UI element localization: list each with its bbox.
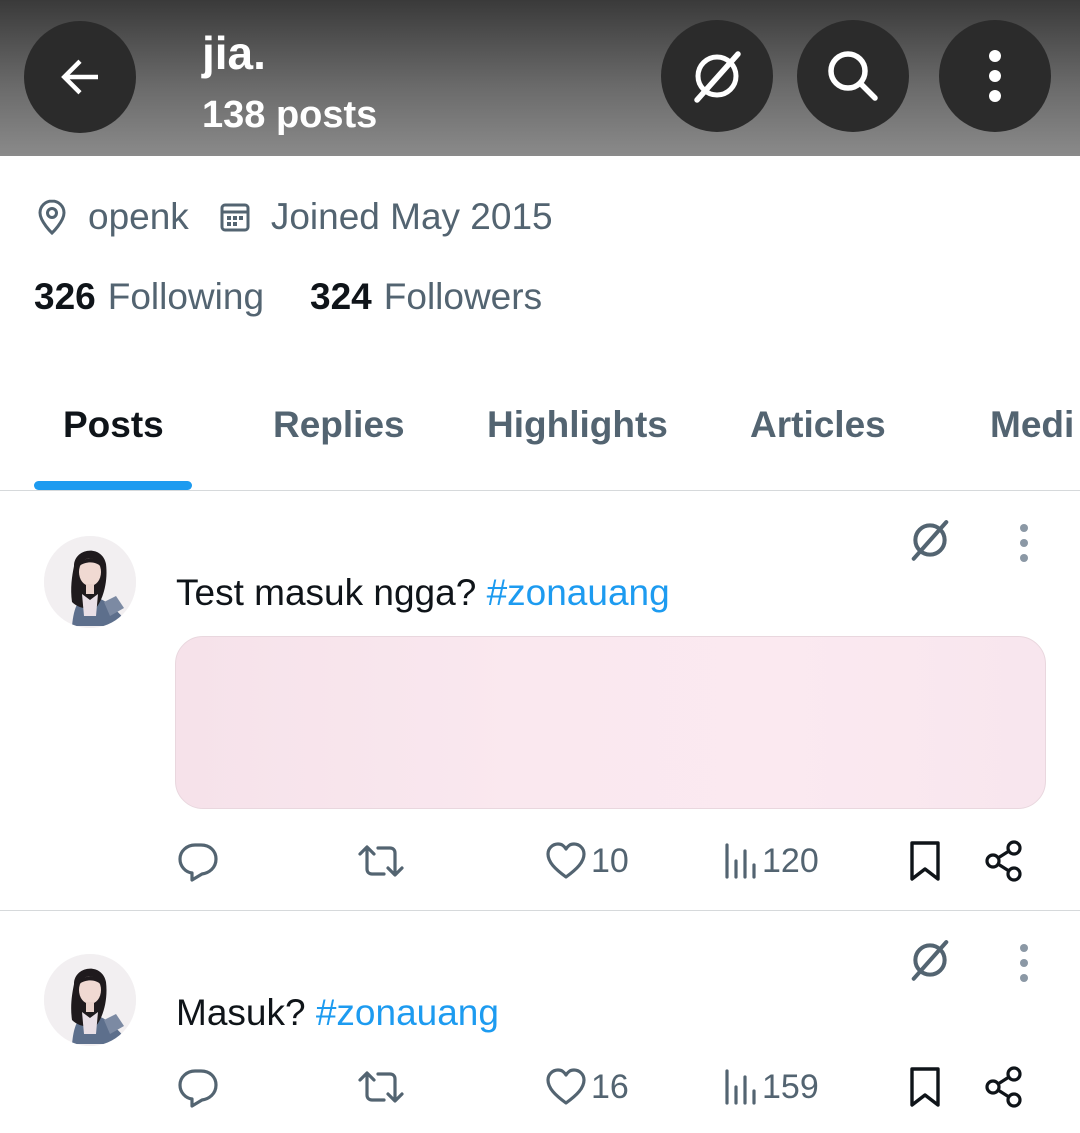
- post-item[interactable]: Test masuk ngga? #zonauang 10 120: [0, 492, 1080, 911]
- back-arrow-icon: [61, 59, 98, 95]
- followers-count: 324: [310, 276, 372, 317]
- view-count: 120: [762, 841, 819, 880]
- more-vertical-icon[interactable]: [1014, 523, 1034, 563]
- hashtag-link[interactable]: #zonauang: [316, 992, 499, 1033]
- avatar[interactable]: [44, 536, 136, 628]
- calendar-icon: [220, 203, 250, 232]
- avatar[interactable]: [44, 954, 136, 1046]
- grok-icon[interactable]: [904, 934, 956, 986]
- repost-button[interactable]: [356, 1062, 406, 1112]
- views-button[interactable]: 159: [722, 1062, 819, 1112]
- repost-button[interactable]: [356, 836, 406, 886]
- profile-location: openk: [88, 196, 189, 237]
- views-icon: [725, 843, 756, 879]
- tab-replies[interactable]: Replies: [273, 404, 405, 446]
- post-text: Masuk? #zonauang: [176, 992, 499, 1034]
- more-vertical-icon[interactable]: [1014, 943, 1034, 983]
- profile-tabs: Posts Replies Highlights Articles Medi: [0, 380, 1080, 491]
- reply-button[interactable]: [176, 836, 220, 886]
- like-icon: [546, 1068, 586, 1105]
- bookmark-icon: [910, 1067, 940, 1107]
- post-item[interactable]: Masuk? #zonauang 16 159: [0, 912, 1080, 1133]
- like-count: 10: [591, 841, 629, 880]
- hashtag-link[interactable]: #zonauang: [487, 572, 670, 613]
- following-link[interactable]: 326 Following: [34, 276, 264, 318]
- followers-link[interactable]: 324 Followers: [310, 276, 542, 318]
- more-options-button[interactable]: [939, 20, 1051, 132]
- reply-icon: [178, 1069, 218, 1108]
- post-body: Test masuk ngga?: [176, 572, 477, 613]
- following-label: Following: [107, 276, 265, 317]
- bookmark-button[interactable]: [908, 1062, 942, 1112]
- like-button[interactable]: 10: [545, 836, 629, 886]
- reply-button[interactable]: [176, 1062, 220, 1112]
- more-vertical-icon: [989, 50, 1001, 102]
- repost-icon: [358, 1071, 404, 1103]
- reply-icon: [178, 843, 218, 882]
- grok-button[interactable]: [661, 20, 773, 132]
- search-button[interactable]: [797, 20, 909, 132]
- post-text: Test masuk ngga? #zonauang: [176, 572, 670, 614]
- tab-posts[interactable]: Posts: [63, 404, 164, 446]
- like-button[interactable]: 16: [545, 1062, 629, 1112]
- share-icon: [985, 1066, 1022, 1108]
- profile-joined-date: Joined May 2015: [270, 196, 553, 237]
- post-actions: 10 120: [0, 836, 1080, 886]
- grok-icon[interactable]: [904, 514, 956, 566]
- repost-icon: [358, 845, 404, 877]
- bookmark-icon: [910, 841, 940, 881]
- post-actions: 16 159: [0, 1062, 1080, 1112]
- back-button[interactable]: [24, 21, 136, 133]
- location-pin-icon: [38, 199, 66, 235]
- profile-meta: openk Joined May 2015: [36, 193, 553, 241]
- following-count: 326: [34, 276, 96, 317]
- like-icon: [546, 842, 586, 879]
- active-tab-indicator: [34, 481, 192, 490]
- share-button[interactable]: [985, 1062, 1023, 1112]
- follow-stats: 326 Following 324 Followers: [34, 276, 542, 318]
- search-icon: [828, 51, 878, 101]
- profile-header: jia. 138 posts: [0, 0, 1080, 156]
- followers-label: Followers: [383, 276, 543, 317]
- tab-media[interactable]: Medi: [990, 404, 1074, 446]
- like-count: 16: [591, 1067, 629, 1106]
- view-count: 159: [762, 1067, 819, 1106]
- views-icon: [725, 1069, 756, 1105]
- post-body: Masuk?: [176, 992, 306, 1033]
- tab-highlights[interactable]: Highlights: [487, 404, 668, 446]
- tab-articles[interactable]: Articles: [750, 404, 886, 446]
- share-button[interactable]: [985, 836, 1023, 886]
- bookmark-button[interactable]: [908, 836, 942, 886]
- share-icon: [985, 840, 1022, 882]
- grok-icon: [694, 51, 741, 103]
- views-button[interactable]: 120: [722, 836, 819, 886]
- post-media[interactable]: [175, 636, 1046, 809]
- profile-display-name: jia.: [202, 27, 266, 79]
- post-count: 138 posts: [202, 94, 378, 136]
